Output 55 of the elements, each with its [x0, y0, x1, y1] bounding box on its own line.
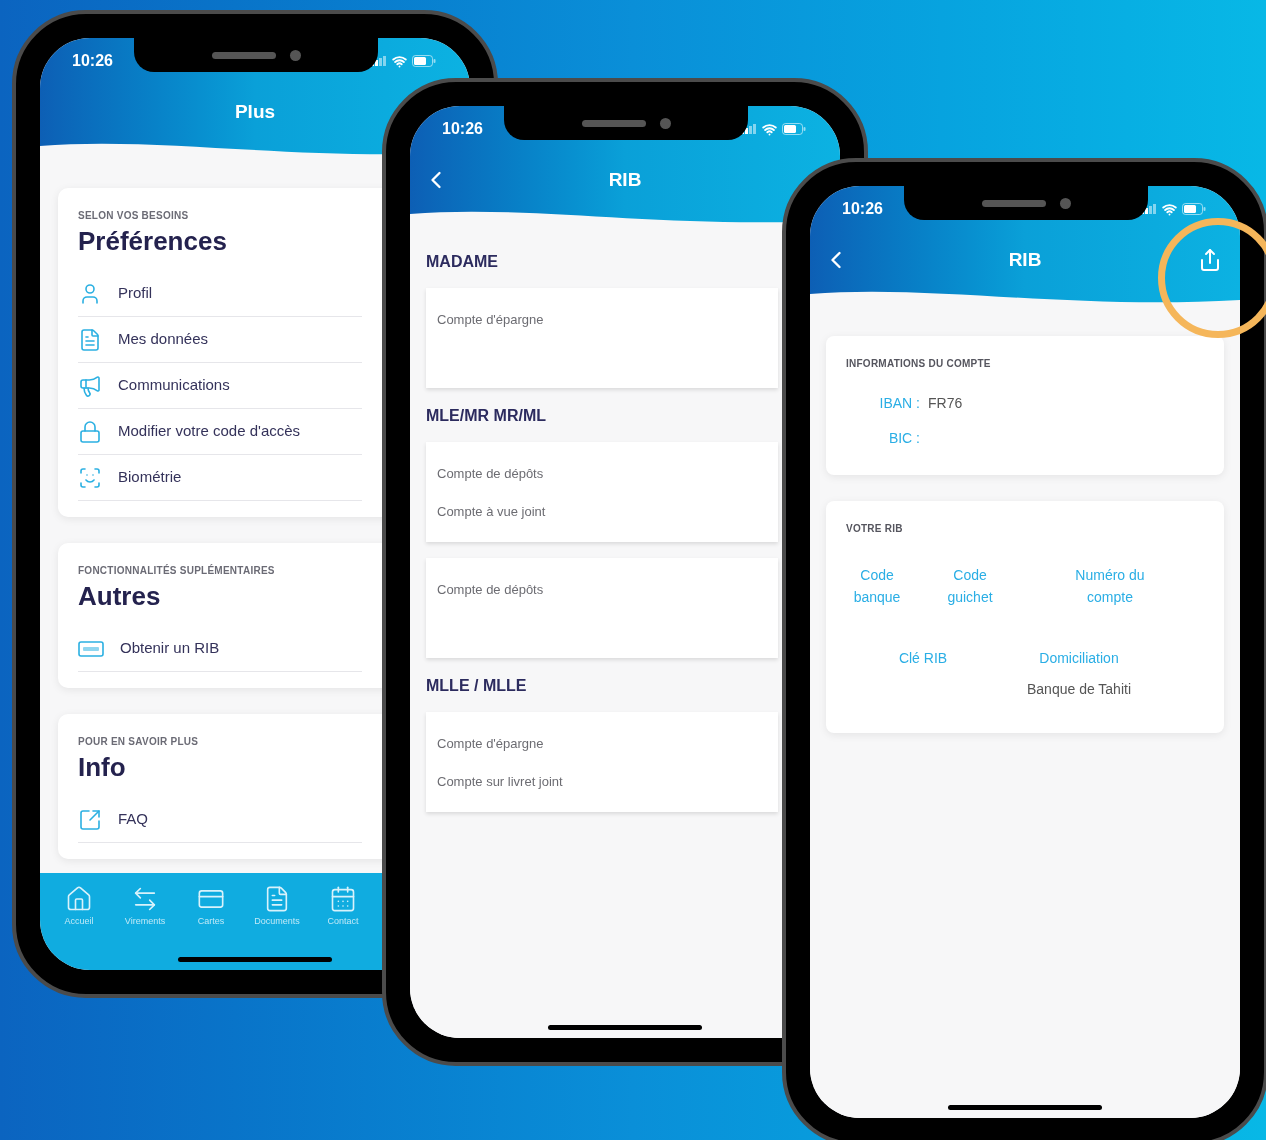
- menu-item[interactable]: Profil: [78, 271, 362, 317]
- account-name: Compte de dépôts: [437, 465, 545, 483]
- share-icon: [1198, 248, 1222, 272]
- menu-item[interactable]: Communications: [78, 363, 362, 409]
- lock-icon: [78, 419, 102, 444]
- account-card[interactable]: Compte d'épargne Compte sur livret joint: [426, 712, 778, 812]
- rib-column-label: Domiciliation: [1039, 649, 1119, 668]
- account-name: Compte d'épargne: [437, 735, 545, 753]
- account-name: Compte de dépôts: [437, 581, 545, 599]
- document-icon: [78, 327, 102, 352]
- menu-item[interactable]: Obtenir un RIB: [78, 626, 362, 672]
- account-card[interactable]: Compte de dépôts: [426, 558, 778, 658]
- rib-column-label: Code banque: [852, 566, 902, 607]
- field-value: FR76: [928, 394, 963, 413]
- battery-icon: [412, 55, 436, 67]
- group-heading: MADAME: [426, 252, 499, 272]
- rib-column-label: Numéro du compte: [1074, 566, 1146, 607]
- menu-item[interactable]: Modifier votre code d'accès: [78, 409, 362, 455]
- rib-column-label: Code guichet: [946, 566, 994, 607]
- face-scan-icon: [78, 465, 102, 490]
- wifi-icon: [762, 121, 777, 137]
- screen-title: Plus: [234, 99, 276, 124]
- menu-item[interactable]: FAQ: [78, 797, 362, 843]
- card-icon: [78, 640, 104, 657]
- rib-value: Banque de Tahiti: [1026, 680, 1132, 699]
- battery-icon: [782, 123, 806, 135]
- screen-title: RIB: [608, 167, 642, 192]
- account-card[interactable]: Compte d'épargne: [426, 288, 778, 388]
- megaphone-icon: [78, 373, 102, 398]
- battery-icon: [1182, 203, 1206, 215]
- wifi-icon: [1162, 201, 1177, 217]
- status-time: 10:26: [842, 199, 883, 219]
- status-time: 10:26: [72, 51, 113, 71]
- external-link-icon: [78, 807, 102, 832]
- account-name: Compte d'épargne: [437, 311, 545, 329]
- rib-column-label: Clé RIB: [898, 649, 948, 668]
- group-heading: MLE/MR MR/ML: [426, 406, 547, 426]
- account-name: Compte sur livret joint: [437, 772, 564, 791]
- home-icon: [65, 885, 93, 913]
- screen-title: RIB: [1008, 247, 1042, 272]
- account-name: Compte à vue joint: [437, 502, 547, 521]
- section-overline: FONCTIONNALITÉS SUPLÉMENTAIRES: [78, 563, 276, 578]
- group-heading: MLLE / MLLE: [426, 676, 528, 696]
- section-overline: SELON VOS BESOINS: [78, 209, 190, 223]
- account-card[interactable]: Compte de dépôts Compte à vue joint: [426, 442, 778, 542]
- field-label: IBAN :: [878, 394, 920, 413]
- menu-item[interactable]: Mes données: [78, 317, 362, 363]
- menu-item[interactable]: Biométrie: [78, 455, 362, 501]
- card-overline: INFORMATIONS DU COMPTE: [846, 357, 992, 371]
- field-label: BIC :: [887, 429, 920, 448]
- status-time: 10:26: [442, 119, 483, 139]
- wifi-icon: [392, 53, 407, 69]
- calendar-icon: [329, 885, 357, 913]
- section-heading: Préférences: [78, 225, 228, 257]
- card-overline: VOTRE RIB: [846, 522, 904, 536]
